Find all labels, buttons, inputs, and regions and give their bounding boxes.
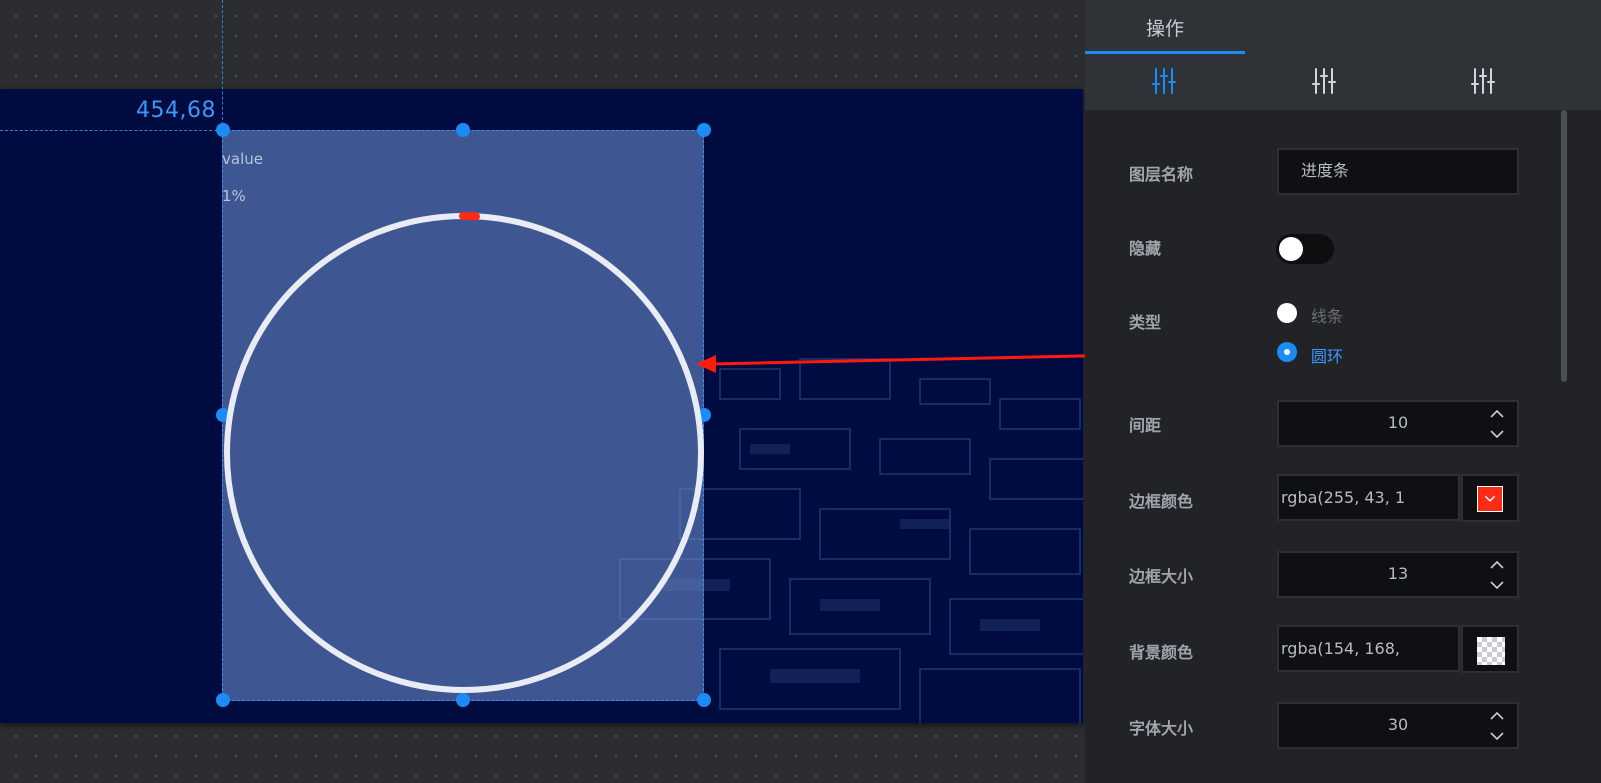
layer-name-label: 图层名称: [1129, 165, 1194, 184]
position-readout: 454,68: [136, 98, 216, 123]
border-color-label: 边框颜色: [1129, 492, 1194, 511]
border-size-label: 边框大小: [1129, 567, 1194, 586]
stepper-arrows-icon[interactable]: [1489, 708, 1505, 744]
type-radio-ring[interactable]: [1277, 342, 1297, 362]
type-option-line-label[interactable]: 线条: [1311, 303, 1343, 327]
resize-handle-bottom-right[interactable]: [697, 693, 711, 707]
spacing-value: 10: [1387, 413, 1409, 432]
border-size-value: 13: [1387, 564, 1409, 583]
color-swatch: [1477, 486, 1503, 512]
editor-workspace: 454,68 value 1%: [0, 0, 1085, 783]
border-color-picker[interactable]: [1461, 474, 1519, 522]
border-color-input[interactable]: rgba(255, 43, 1: [1277, 474, 1460, 521]
sliders-icon[interactable]: [1311, 66, 1337, 96]
resize-handle-bottom[interactable]: [456, 693, 470, 707]
type-option-ring-label[interactable]: 圆环: [1311, 343, 1343, 367]
resize-handle-top[interactable]: [456, 123, 470, 137]
chevron-down-icon: [1484, 495, 1496, 502]
hidden-label: 隐藏: [1129, 239, 1162, 258]
background-color-input[interactable]: rgba(154, 168,: [1277, 625, 1460, 672]
resize-handle-top-left[interactable]: [216, 123, 230, 137]
tab-operation[interactable]: 操作: [1085, 0, 1245, 54]
progress-component[interactable]: [222, 130, 704, 701]
spacing-label: 间距: [1129, 416, 1162, 435]
background-color-label: 背景颜色: [1129, 643, 1194, 662]
panel-header: 操作: [1085, 0, 1601, 110]
resize-handle-right[interactable]: [697, 408, 711, 422]
stepper-arrows-icon[interactable]: [1489, 557, 1505, 593]
type-label: 类型: [1129, 313, 1162, 332]
font-size-label: 字体大小: [1129, 719, 1194, 738]
panel-scrollbar[interactable]: [1561, 110, 1567, 382]
resize-handle-left[interactable]: [216, 408, 230, 422]
percent-label: 1%: [222, 187, 246, 205]
transparent-swatch-icon: [1477, 637, 1505, 665]
alignment-guide-vertical: [222, 0, 223, 130]
toggle-knob: [1279, 237, 1303, 261]
spacing-input[interactable]: 10: [1277, 400, 1519, 447]
resize-handle-top-right[interactable]: [697, 123, 711, 137]
sliders-icon[interactable]: [1470, 66, 1496, 96]
value-label: value: [222, 150, 263, 168]
background-color-picker[interactable]: [1461, 625, 1519, 673]
resize-handle-bottom-left[interactable]: [216, 693, 230, 707]
radio-dot: [1284, 349, 1290, 355]
font-size-input[interactable]: 30: [1277, 702, 1519, 749]
layer-name-input[interactable]: 进度条: [1277, 148, 1519, 195]
hidden-toggle[interactable]: [1276, 234, 1334, 264]
type-radio-line[interactable]: [1277, 303, 1297, 323]
sliders-icon[interactable]: [1151, 66, 1177, 96]
alignment-guide-horizontal: [0, 130, 222, 131]
active-tab-indicator: [1085, 51, 1245, 54]
stepper-arrows-icon[interactable]: [1489, 406, 1505, 442]
font-size-value: 30: [1387, 715, 1409, 734]
border-size-input[interactable]: 13: [1277, 551, 1519, 598]
